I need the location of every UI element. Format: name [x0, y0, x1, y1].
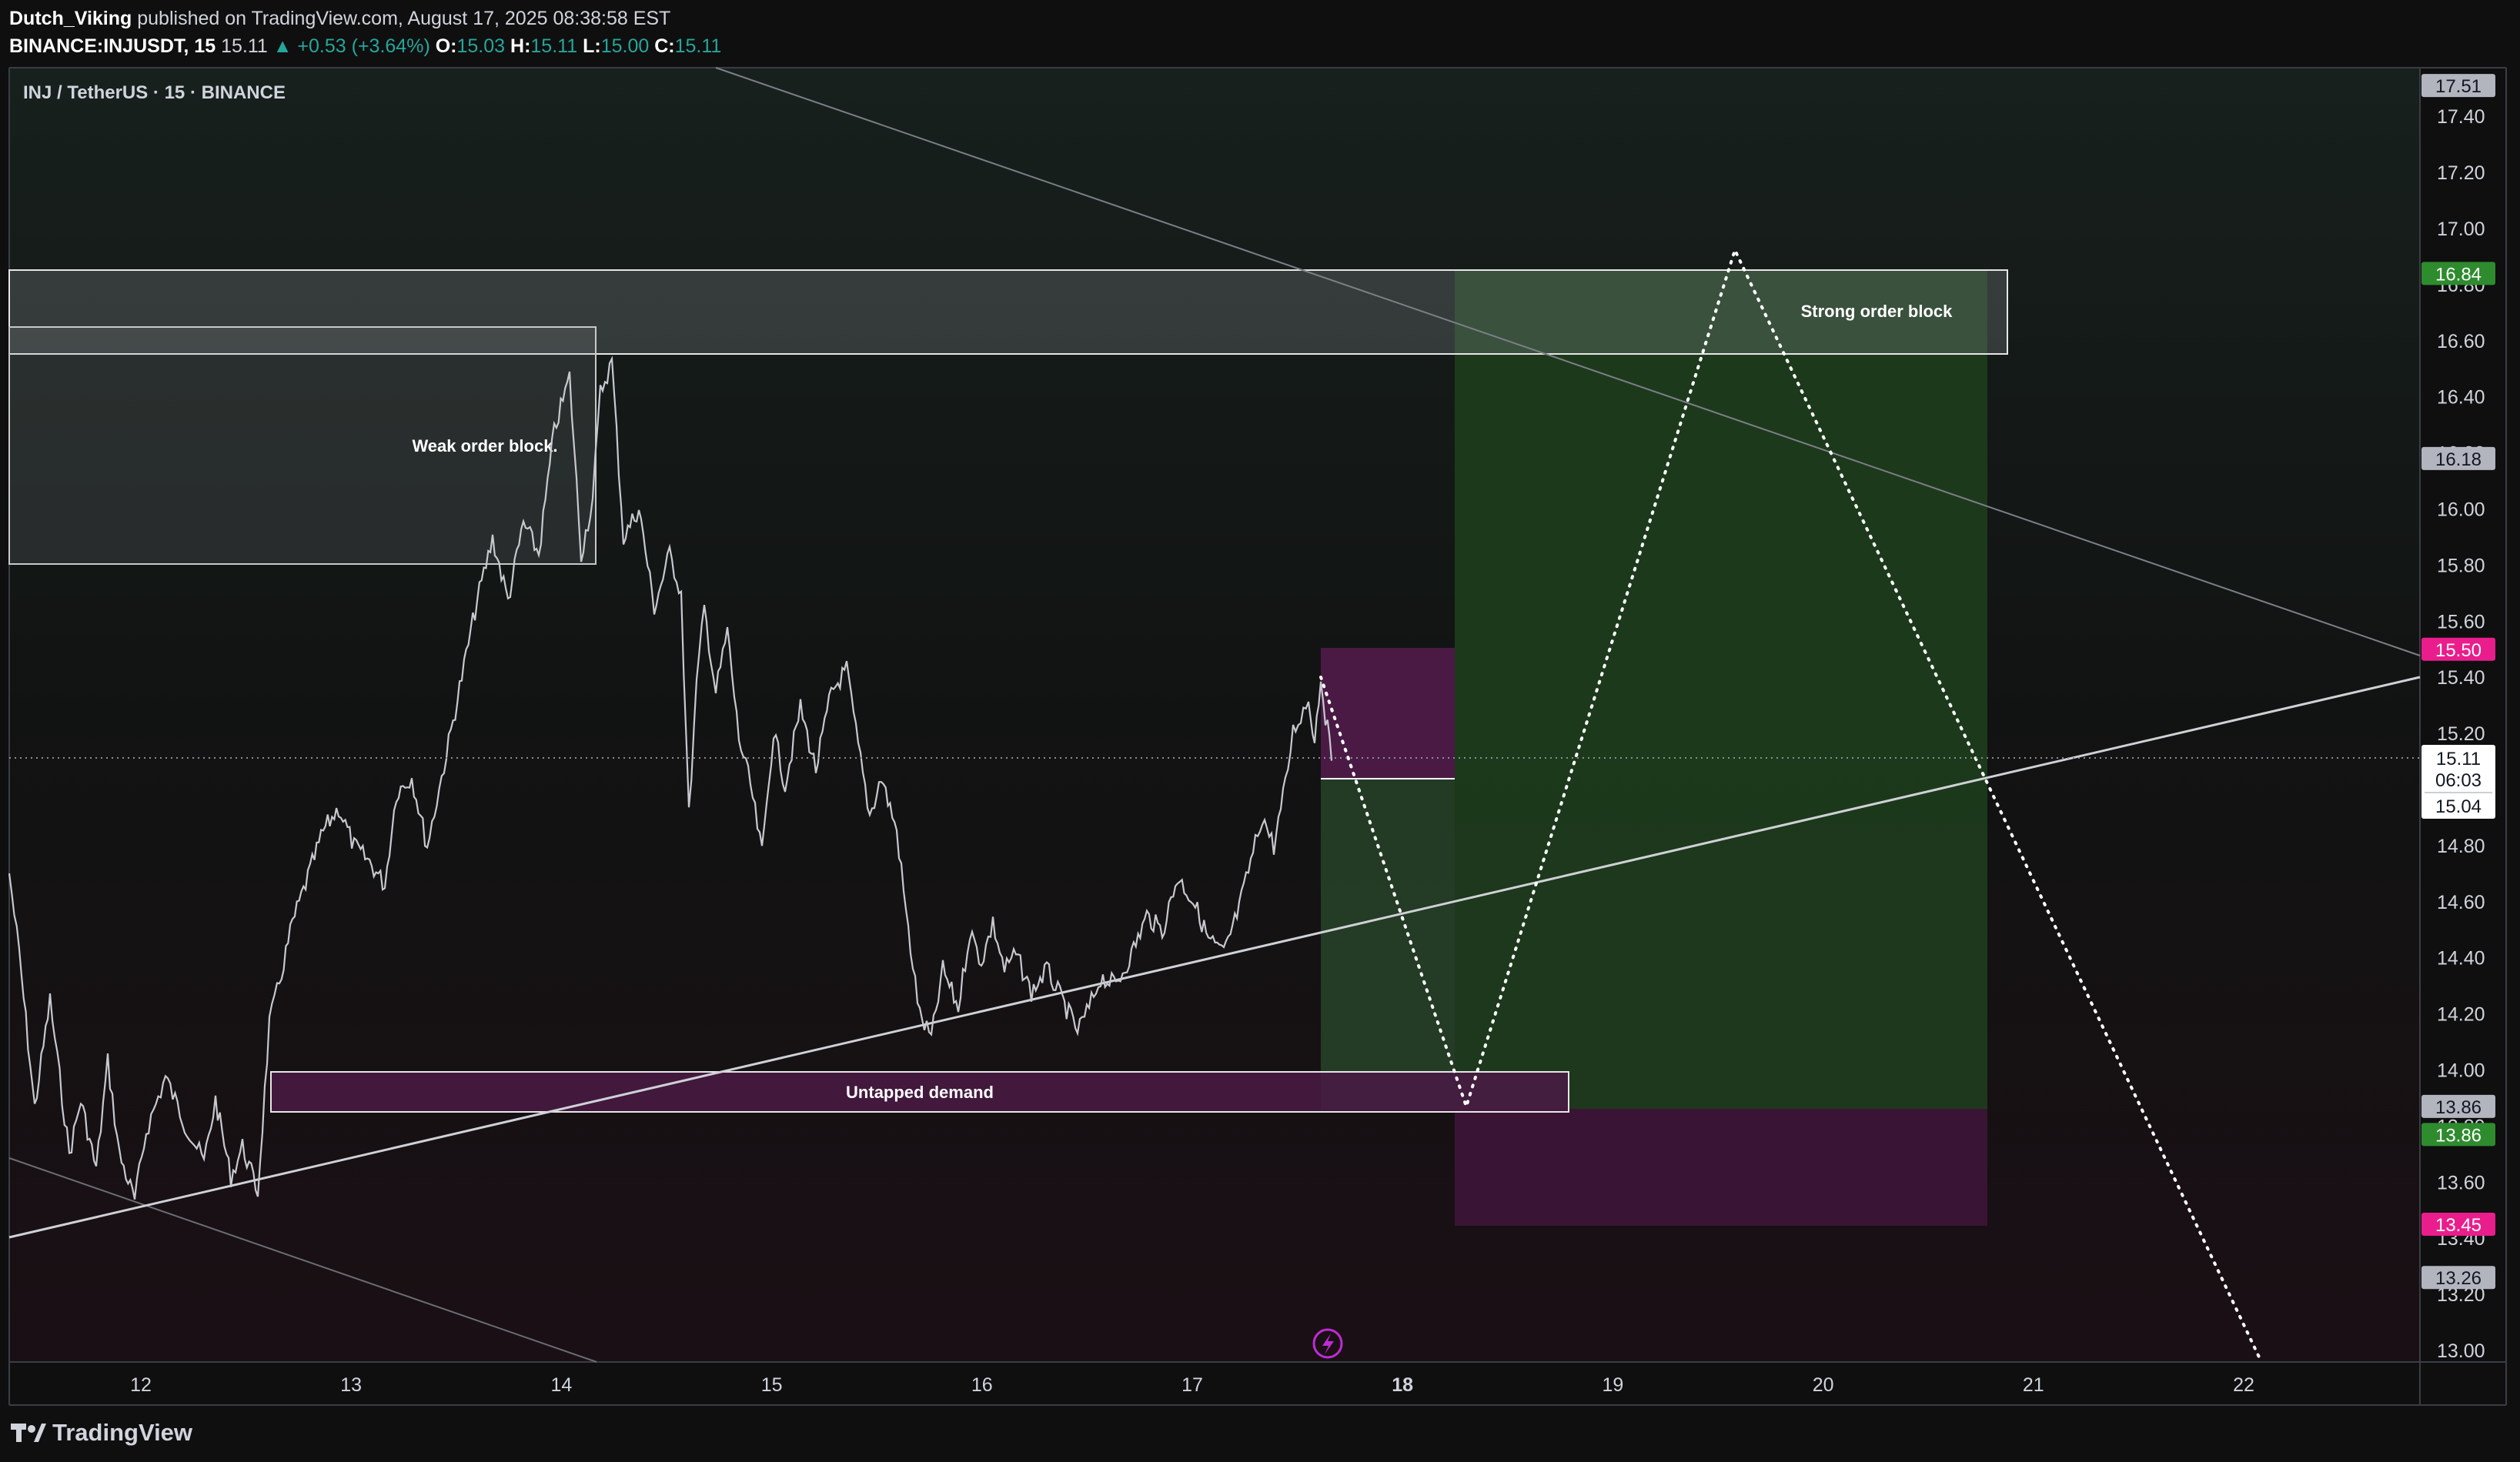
chart-title: INJ / TetherUS · 15 · BINANCE — [23, 82, 286, 103]
untapped-demand-label: Untapped demand — [846, 1083, 994, 1102]
price-tick-label: 14.00 — [2437, 1060, 2485, 1082]
price-tag-value: 17.51 — [2435, 76, 2482, 97]
time-tick-label: 17 — [1181, 1374, 1203, 1396]
price-tick-label: 17.20 — [2437, 162, 2485, 184]
price-axis[interactable]: 17.4017.2017.0016.8016.6016.4016.2016.00… — [2437, 106, 2485, 1362]
profit-zone-short[interactable] — [1321, 779, 1455, 1110]
price-tag-value: 13.86 — [2435, 1125, 2482, 1146]
time-tick-label: 15 — [761, 1374, 783, 1396]
time-tick-label: 16 — [971, 1374, 993, 1396]
tradingview-logo[interactable]: TradingView — [11, 1416, 192, 1450]
price-tag-value: 15.50 — [2435, 640, 2482, 661]
price-tick-label: 14.20 — [2437, 1004, 2485, 1026]
price-tick-label: 15.20 — [2437, 723, 2485, 745]
price-tick-label: 15.80 — [2437, 555, 2485, 576]
strong-order-block-label: Strong order block — [1801, 302, 1954, 321]
time-tick-label: 18 — [1392, 1374, 1413, 1396]
price-tag-value: 13.45 — [2435, 1215, 2482, 1236]
price-tag-value: 13.26 — [2435, 1268, 2482, 1289]
price-tick-label: 14.80 — [2437, 836, 2485, 857]
time-tick-label: 12 — [130, 1374, 152, 1396]
time-tick-label: 14 — [550, 1374, 572, 1396]
price-tick-label: 15.60 — [2437, 611, 2485, 633]
loss-zone-main[interactable] — [1455, 1109, 1987, 1226]
price-tick-label: 13.00 — [2437, 1340, 2485, 1362]
price-tick-label: 13.60 — [2437, 1172, 2485, 1193]
current-low-value: 15.04 — [2435, 796, 2482, 817]
time-tick-label: 21 — [2023, 1374, 2044, 1396]
time-tick-label: 20 — [1813, 1374, 1834, 1396]
tradingview-logo-icon — [11, 1424, 46, 1442]
price-tick-label: 14.60 — [2437, 892, 2485, 913]
bar-countdown: 06:03 — [2435, 770, 2482, 791]
price-tick-label: 16.40 — [2437, 387, 2485, 409]
loss-zone-short[interactable] — [1321, 648, 1455, 779]
price-tag-value: 16.18 — [2435, 449, 2482, 470]
time-tick-label: 13 — [340, 1374, 362, 1396]
time-axis[interactable]: 12 13 14 15 16 17 18 19 20 21 22 — [130, 1374, 2254, 1396]
price-tick-label: 17.40 — [2437, 106, 2485, 128]
price-tick-label: 15.40 — [2437, 667, 2485, 689]
current-price-value: 15.11 — [2436, 749, 2481, 769]
current-price-tag: 15.11 06:03 15.04 — [2421, 745, 2495, 819]
price-tag-value: 16.84 — [2435, 264, 2482, 285]
profit-zone-main[interactable] — [1455, 271, 1987, 1109]
price-tick-label: 17.00 — [2437, 219, 2485, 240]
price-tick-label: 16.00 — [2437, 499, 2485, 521]
plot-background — [9, 68, 2420, 1362]
price-tick-label: 16.60 — [2437, 331, 2485, 352]
price-tag-value: 13.86 — [2435, 1097, 2482, 1118]
weak-order-block-label: Weak order block. — [412, 436, 557, 456]
price-tick-label: 14.40 — [2437, 948, 2485, 970]
time-tick-label: 19 — [1602, 1374, 1623, 1396]
brand-name: TradingView — [52, 1419, 193, 1446]
time-tick-label: 22 — [2233, 1374, 2254, 1396]
price-chart[interactable]: Strong order block Weak order block. Unt… — [0, 0, 2520, 1462]
